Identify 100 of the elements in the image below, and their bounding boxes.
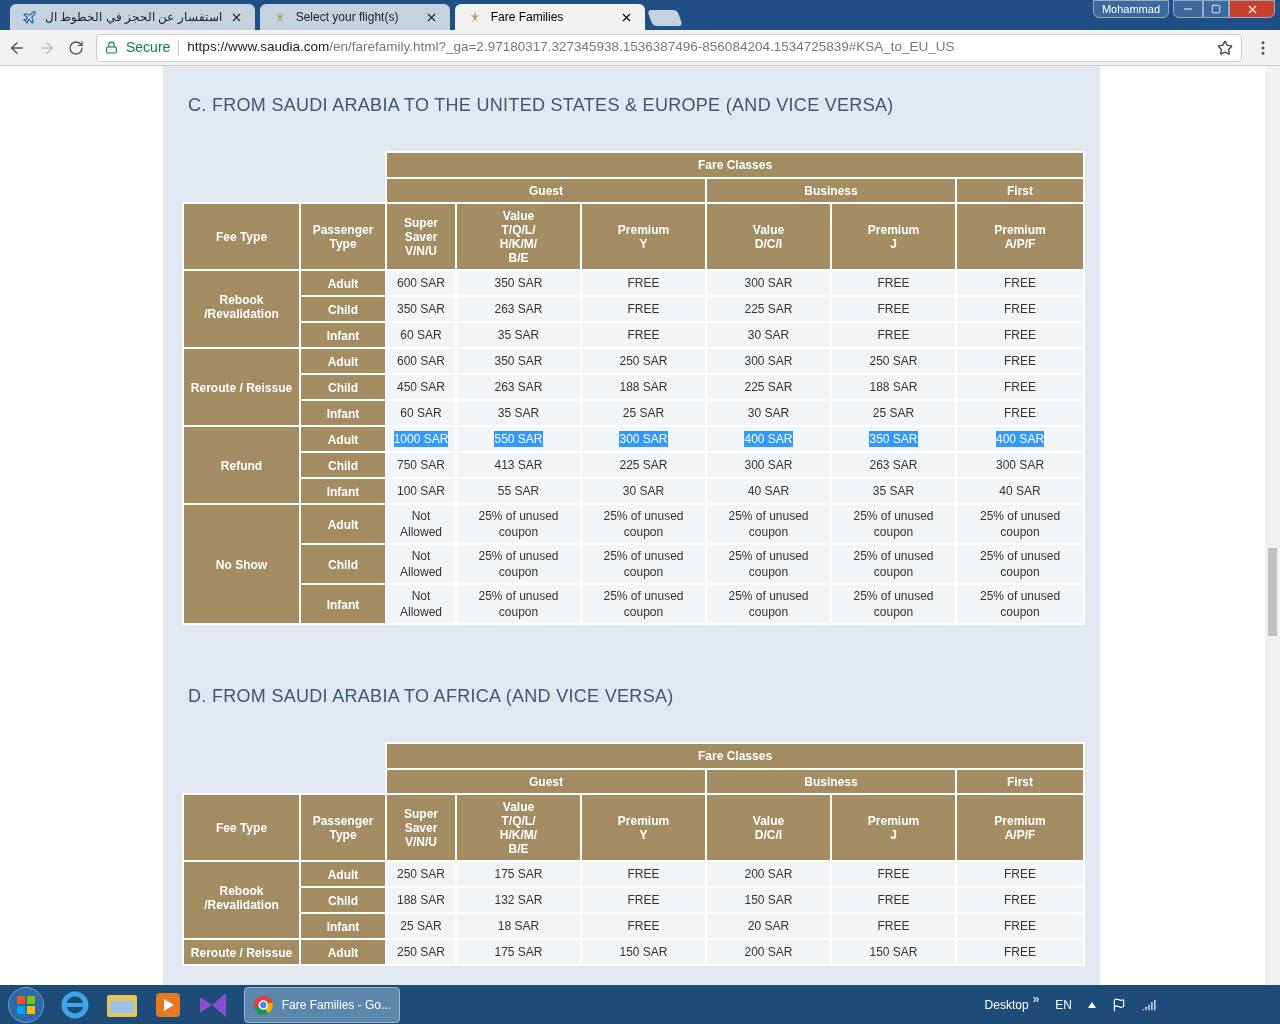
new-tab-button[interactable] (646, 10, 683, 26)
passenger-type-label: Adult (327, 946, 359, 960)
fee-type-label: Rebook /Revalidation (204, 884, 279, 912)
passenger-type-label: Infant (326, 485, 360, 499)
table-cell-text: 25% of unused coupon (477, 588, 560, 620)
table-cell-text: 25% of unused coupon (852, 548, 935, 580)
passenger-type-label: Child (328, 894, 358, 908)
tab-title: Fare Families (490, 9, 565, 26)
flag-icon[interactable] (1112, 997, 1126, 1012)
table-cell: FREE (1004, 918, 1037, 934)
browser-e-icon[interactable] (60, 989, 90, 1020)
table-cell: 200 SAR (744, 866, 793, 882)
tray-arrow-icon[interactable] (1088, 1001, 1096, 1008)
browser-tab[interactable]: Select your flight(s) (259, 4, 450, 30)
start-button[interactable] (8, 986, 44, 1023)
passenger-type-label: Adult (327, 518, 359, 532)
browser-tab[interactable]: Fare Families (454, 4, 645, 30)
table-cell: 150 SAR (619, 944, 668, 960)
address-bar[interactable]: Secure https://www.saudia.com/en/farefamily.html?_ga=2.97180317.327345938.1536387496-856084204.1534725839#KSA_to_EU_US (96, 33, 1242, 62)
browser-tab[interactable]: استفسار عن الحجز في الخطوط ال (10, 4, 255, 30)
table-cell-text: 25% of unused coupon (852, 508, 935, 540)
passenger-type-label: Infant (326, 920, 360, 934)
table-cell: 18 SAR (497, 918, 540, 934)
table-cell: FREE (1004, 892, 1037, 908)
passenger-type-label: Child (328, 459, 358, 473)
passenger-type-label: Child (328, 558, 358, 572)
table-cell: 225 SAR (744, 301, 793, 317)
column-header: Premium Y (617, 222, 670, 251)
column-header: Value D/C/I (752, 813, 785, 842)
maximize-button[interactable] (1203, 0, 1229, 18)
table-cell: 350 SAR (397, 301, 445, 317)
table-cell: 40 SAR (747, 483, 790, 499)
table-cell: FREE (1004, 379, 1037, 395)
table-cell: FREE (877, 327, 910, 343)
column-header: Premium A/P/F (994, 813, 1046, 842)
desktop-label[interactable]: Desktop (984, 995, 1029, 1014)
media-player-icon[interactable] (154, 990, 182, 1019)
table-cell: 400 SAR (996, 431, 1045, 447)
table-cell: 175 SAR (494, 944, 543, 960)
table-cell: 413 SAR (494, 457, 543, 473)
language-indicator[interactable]: EN (1055, 995, 1072, 1014)
reload-icon[interactable] (68, 39, 84, 56)
column-header: Fee Type (215, 229, 268, 244)
plane-icon (22, 9, 37, 25)
table-cell: 40 SAR (999, 483, 1041, 499)
table-cell: 250 SAR (397, 866, 445, 882)
table-cell-text: 25% of unused coupon (602, 548, 685, 580)
table-cell: 350 SAR (869, 431, 918, 447)
table-cell: 300 SAR (744, 275, 793, 291)
table-cell: 1000 SAR (393, 431, 449, 447)
table-cell-text: Not Allowed (399, 588, 443, 620)
column-header: First (1007, 774, 1034, 789)
table-cell: 100 SAR (397, 483, 445, 499)
profile-button[interactable]: Mohammad (1092, 0, 1169, 18)
table-cell-text: 25% of unused coupon (979, 548, 1062, 580)
passenger-type-label: Adult (327, 433, 359, 447)
column-header: Guest (529, 183, 563, 198)
table-cell: 30 SAR (747, 327, 790, 343)
column-header: Passenger Type (312, 222, 374, 251)
table-cell: 600 SAR (397, 275, 445, 291)
fee-type-label: Refund (220, 459, 263, 473)
toolbar-chevron[interactable]: » (1032, 989, 1040, 1008)
column-header: Premium Y (617, 813, 670, 842)
table-cell: 175 SAR (494, 866, 543, 882)
table-cell-text: 25% of unused coupon (979, 508, 1062, 540)
table-cell-text: 25% of unused coupon (602, 508, 685, 540)
minimize-button[interactable] (1173, 0, 1203, 18)
table-cell: 35 SAR (872, 483, 915, 499)
table-cell: FREE (1004, 327, 1037, 343)
table-cell: 25 SAR (622, 405, 665, 421)
column-header: Value T/Q/L/ H/K/M/ B/E (499, 799, 538, 856)
table-cell: FREE (627, 275, 660, 291)
column-header: First (1007, 183, 1034, 198)
table-cell: 263 SAR (494, 379, 543, 395)
table-cell: 25 SAR (400, 918, 442, 934)
signal-icon[interactable] (1142, 997, 1156, 1012)
fee-type-label: Rebook /Revalidation (204, 293, 279, 321)
table-cell-text: 25% of unused coupon (727, 508, 810, 540)
table-cell: 30 SAR (747, 405, 790, 421)
table-cell: 400 SAR (744, 431, 793, 447)
table-cell-text: Not Allowed (399, 548, 443, 580)
table-cell: FREE (627, 892, 660, 908)
taskbar-task-button[interactable]: Fare Families - Go... (244, 986, 400, 1023)
table-cell: 188 SAR (397, 892, 445, 908)
passenger-type-label: Infant (326, 407, 360, 421)
scrollbar-thumb[interactable] (1268, 548, 1277, 636)
table-cell: 60 SAR (400, 405, 442, 421)
bookmark-star-icon[interactable] (1217, 39, 1233, 56)
column-header: Value D/C/I (752, 222, 785, 251)
table-cell: FREE (1004, 866, 1037, 882)
table-cell: FREE (627, 301, 660, 317)
table-cell: 450 SAR (397, 379, 445, 395)
table-cell: 350 SAR (494, 353, 543, 369)
table-cell: 150 SAR (744, 892, 793, 908)
column-header: Fee Type (215, 820, 268, 835)
scrollbar[interactable] (1265, 66, 1280, 985)
table-cell: FREE (877, 866, 910, 882)
passenger-type-label: Adult (327, 277, 359, 291)
table-cell: 225 SAR (619, 457, 668, 473)
table-cell-text: 25% of unused coupon (852, 588, 935, 620)
